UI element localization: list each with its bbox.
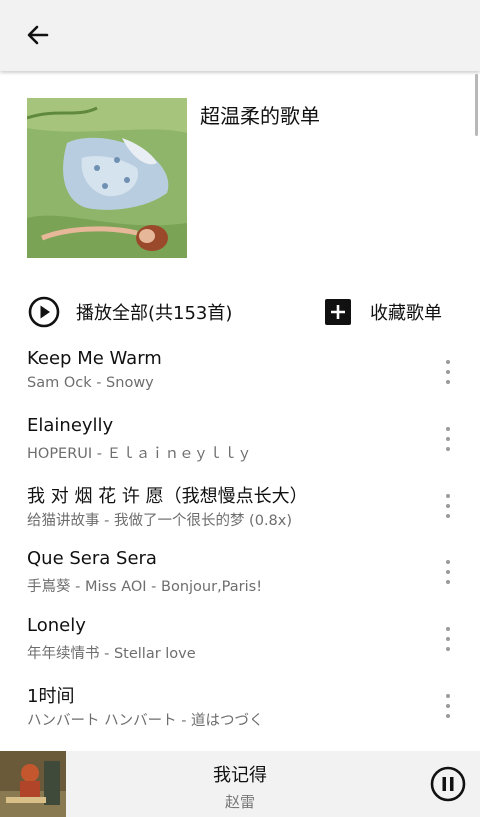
scrollbar[interactable] [475, 74, 478, 136]
playlist-title: 超温柔的歌单 [200, 104, 320, 128]
more-icon[interactable] [444, 560, 452, 585]
collect-playlist-button[interactable]: 收藏歌单 [324, 294, 442, 330]
playlist-cover[interactable] [27, 98, 187, 258]
song-row[interactable]: Keep Me Warm Sam Ock - Snowy [0, 340, 480, 407]
song-title: Lonely [27, 615, 86, 637]
collect-playlist-label: 收藏歌单 [370, 303, 442, 324]
song-subtitle: ハンバート ハンバート - 道はつづく [27, 712, 264, 729]
song-subtitle: 年年续情书 - Stellar love [27, 646, 196, 663]
song-list: Keep Me Warm Sam Ock - Snowy Elaineylly … [0, 340, 480, 741]
top-bar [0, 0, 480, 71]
plus-square-icon [325, 299, 351, 325]
pause-button[interactable] [430, 766, 466, 802]
song-row[interactable]: Elaineylly HOPERUI - Ｅｌａｉｎｅｙｌｌｙ [0, 407, 480, 474]
play-all-label: 播放全部(共153首) [76, 303, 233, 324]
song-title: Elaineylly [27, 414, 114, 436]
more-icon[interactable] [444, 426, 452, 451]
more-icon[interactable] [444, 493, 452, 518]
song-title: 我 对 烟 花 许 愿（我想慢点长大） [27, 485, 308, 507]
arrow-left-icon [27, 25, 49, 45]
play-all-button[interactable]: 播放全部(共153首) [28, 294, 232, 330]
play-circle-icon [28, 296, 60, 328]
now-playing-title: 我记得 [213, 765, 267, 786]
song-subtitle: 手嶌葵 - Miss AOI - Bonjour,Paris! [27, 579, 263, 596]
playlist-actions: 播放全部(共153首) 收藏歌单 [0, 290, 480, 334]
song-subtitle: HOPERUI - Ｅｌａｉｎｅｙｌｌｙ [27, 445, 252, 462]
song-title: Que Sera Sera [27, 548, 157, 570]
more-icon[interactable] [444, 627, 452, 652]
mini-player[interactable]: 我记得 赵雷 [0, 751, 480, 817]
song-title: 1时间 [27, 685, 75, 707]
song-row[interactable]: Que Sera Sera 手嶌葵 - Miss AOI - Bonjour,P… [0, 540, 480, 607]
back-button[interactable] [18, 16, 58, 54]
more-icon[interactable] [444, 693, 452, 718]
song-title: Keep Me Warm [27, 348, 162, 369]
song-row[interactable]: 我 对 烟 花 许 愿（我想慢点长大） 给猫讲故事 - 我做了一个很长的梦 (0… [0, 474, 480, 541]
song-subtitle: Sam Ock - Snowy [27, 375, 154, 391]
album-cover-illustration [27, 98, 187, 258]
song-row[interactable]: 1时间 ハンバート ハンバート - 道はつづく [0, 674, 480, 741]
now-playing-artist: 赵雷 [224, 793, 255, 811]
song-subtitle: 给猫讲故事 - 我做了一个很长的梦 (0.8x) [27, 512, 293, 529]
pause-circle-icon [430, 766, 466, 802]
song-row[interactable]: Lonely 年年续情书 - Stellar love [0, 607, 480, 674]
more-icon[interactable] [444, 360, 452, 384]
